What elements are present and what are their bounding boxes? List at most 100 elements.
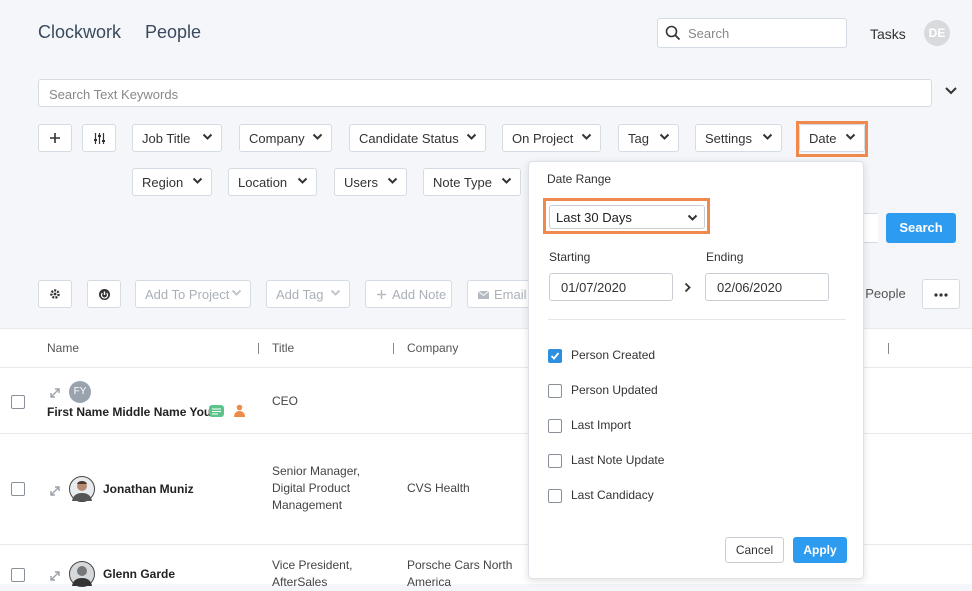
add-note-button[interactable]: Add Note [365, 280, 452, 308]
table-settings-button[interactable] [38, 280, 72, 308]
email-button[interactable]: Email [467, 280, 537, 308]
search-icon [665, 25, 681, 41]
row-checkbox[interactable] [11, 395, 25, 409]
keyword-search-input[interactable]: Search Text Keywords [38, 79, 932, 107]
filter-users[interactable]: Users [334, 168, 407, 196]
person-company-line[interactable]: America [407, 574, 451, 591]
chevron-down-icon [466, 133, 477, 140]
checkbox-person-updated[interactable] [548, 384, 562, 398]
starting-label: Starting [549, 250, 591, 264]
chevron-down-icon [231, 289, 242, 296]
chevron-down-icon [297, 177, 308, 184]
filter-label: Users [344, 175, 378, 190]
filter-location[interactable]: Location [228, 168, 317, 196]
person-name[interactable]: First Name Middle Name You [47, 405, 211, 419]
column-separator[interactable] [888, 343, 889, 354]
user-avatar[interactable]: DE [924, 20, 950, 46]
people-count: / People [858, 286, 906, 301]
filter-candidate-status[interactable]: Candidate Status [349, 124, 486, 152]
date-filter-highlight [796, 121, 868, 157]
row-checkbox[interactable] [11, 482, 25, 496]
expand-icon[interactable] [50, 571, 60, 581]
plus-icon [50, 133, 60, 143]
add-tag-button[interactable]: Add Tag [266, 280, 350, 308]
chevron-down-icon[interactable] [944, 86, 958, 96]
person-company-line[interactable]: Porsche Cars North [407, 557, 512, 574]
filter-tag[interactable]: Tag [618, 124, 679, 152]
global-search-input[interactable]: Search [657, 18, 847, 48]
plus-icon [377, 290, 386, 299]
tasks-link[interactable]: Tasks [870, 26, 906, 42]
chevron-right-icon [684, 282, 691, 293]
option-label[interactable]: Last Candidacy [571, 488, 654, 502]
button-label: Email [494, 287, 527, 302]
chevron-down-icon [687, 214, 698, 221]
sliders-icon [94, 133, 105, 144]
add-to-project-button[interactable]: Add To Project [135, 280, 251, 308]
person-name[interactable]: Glenn Garde [103, 567, 175, 581]
person-icon[interactable] [233, 404, 246, 417]
checkbox-last-note-update[interactable] [548, 454, 562, 468]
search-button[interactable]: Search [886, 213, 956, 243]
date-range-select[interactable]: Last 30 Days [549, 205, 705, 229]
column-separator[interactable] [258, 343, 259, 354]
add-filter-button[interactable] [38, 124, 72, 152]
expand-icon[interactable] [50, 388, 60, 398]
filter-company[interactable]: Company [239, 124, 332, 152]
avatar[interactable] [69, 476, 95, 502]
app-brand[interactable]: Clockwork [38, 22, 121, 43]
chevron-down-icon [501, 177, 512, 184]
filter-label: Settings [705, 131, 752, 146]
checkbox-last-import[interactable] [548, 419, 562, 433]
filter-settings-button[interactable] [82, 124, 116, 152]
filter-settings[interactable]: Settings [695, 124, 782, 152]
option-label[interactable]: Person Updated [571, 383, 658, 397]
gear-icon [50, 289, 60, 299]
chevron-down-icon [192, 177, 203, 184]
chevron-down-icon [330, 289, 341, 296]
filter-label: Candidate Status [359, 131, 459, 146]
expand-icon[interactable] [50, 486, 60, 496]
chevron-down-icon [581, 133, 592, 140]
cancel-button[interactable]: Cancel [725, 537, 784, 563]
chevron-down-icon [312, 133, 323, 140]
button-label: Add Note [392, 287, 447, 302]
avatar[interactable] [69, 561, 95, 587]
starting-date-value: 01/07/2020 [561, 280, 627, 295]
person-title-line: Senior Manager, [272, 464, 361, 478]
more-options-button[interactable] [922, 279, 960, 309]
option-label[interactable]: Last Import [571, 418, 631, 432]
avatar[interactable]: FY [69, 381, 91, 403]
column-header-company[interactable]: Company [407, 341, 458, 355]
filter-on-project[interactable]: On Project [502, 124, 601, 152]
chevron-down-icon [202, 133, 213, 140]
id-card-icon[interactable] [209, 405, 224, 417]
checkbox-last-candidacy[interactable] [548, 489, 562, 503]
ending-date-input[interactable]: 02/06/2020 [705, 273, 829, 301]
chevron-down-icon [762, 133, 773, 140]
checkbox-person-created[interactable] [548, 349, 562, 363]
person-title-line: AfterSales [272, 575, 328, 589]
column-header-name[interactable]: Name [47, 341, 79, 355]
person-name[interactable]: Jonathan Muniz [103, 482, 194, 496]
starting-date-input[interactable]: 01/07/2020 [549, 273, 673, 301]
filter-note-type[interactable]: Note Type [423, 168, 521, 196]
filter-region[interactable]: Region [132, 168, 212, 196]
button-label: Add Tag [276, 287, 324, 302]
row-checkbox[interactable] [11, 568, 25, 582]
option-label[interactable]: Person Created [571, 348, 655, 362]
person-company[interactable]: CVS Health [407, 480, 470, 497]
check-icon [550, 352, 560, 360]
filter-label: Region [142, 175, 184, 190]
person-title-line: Management [272, 498, 343, 512]
filter-label: Job Title [142, 131, 191, 146]
column-header-title[interactable]: Title [272, 341, 294, 355]
divider [548, 319, 846, 320]
option-label[interactable]: Last Note Update [571, 453, 664, 467]
power-icon [99, 289, 110, 300]
envelope-icon [478, 291, 489, 299]
refresh-button[interactable] [87, 280, 121, 308]
apply-button[interactable]: Apply [793, 537, 847, 563]
filter-job-title[interactable]: Job Title [132, 124, 222, 152]
column-separator[interactable] [393, 343, 394, 354]
